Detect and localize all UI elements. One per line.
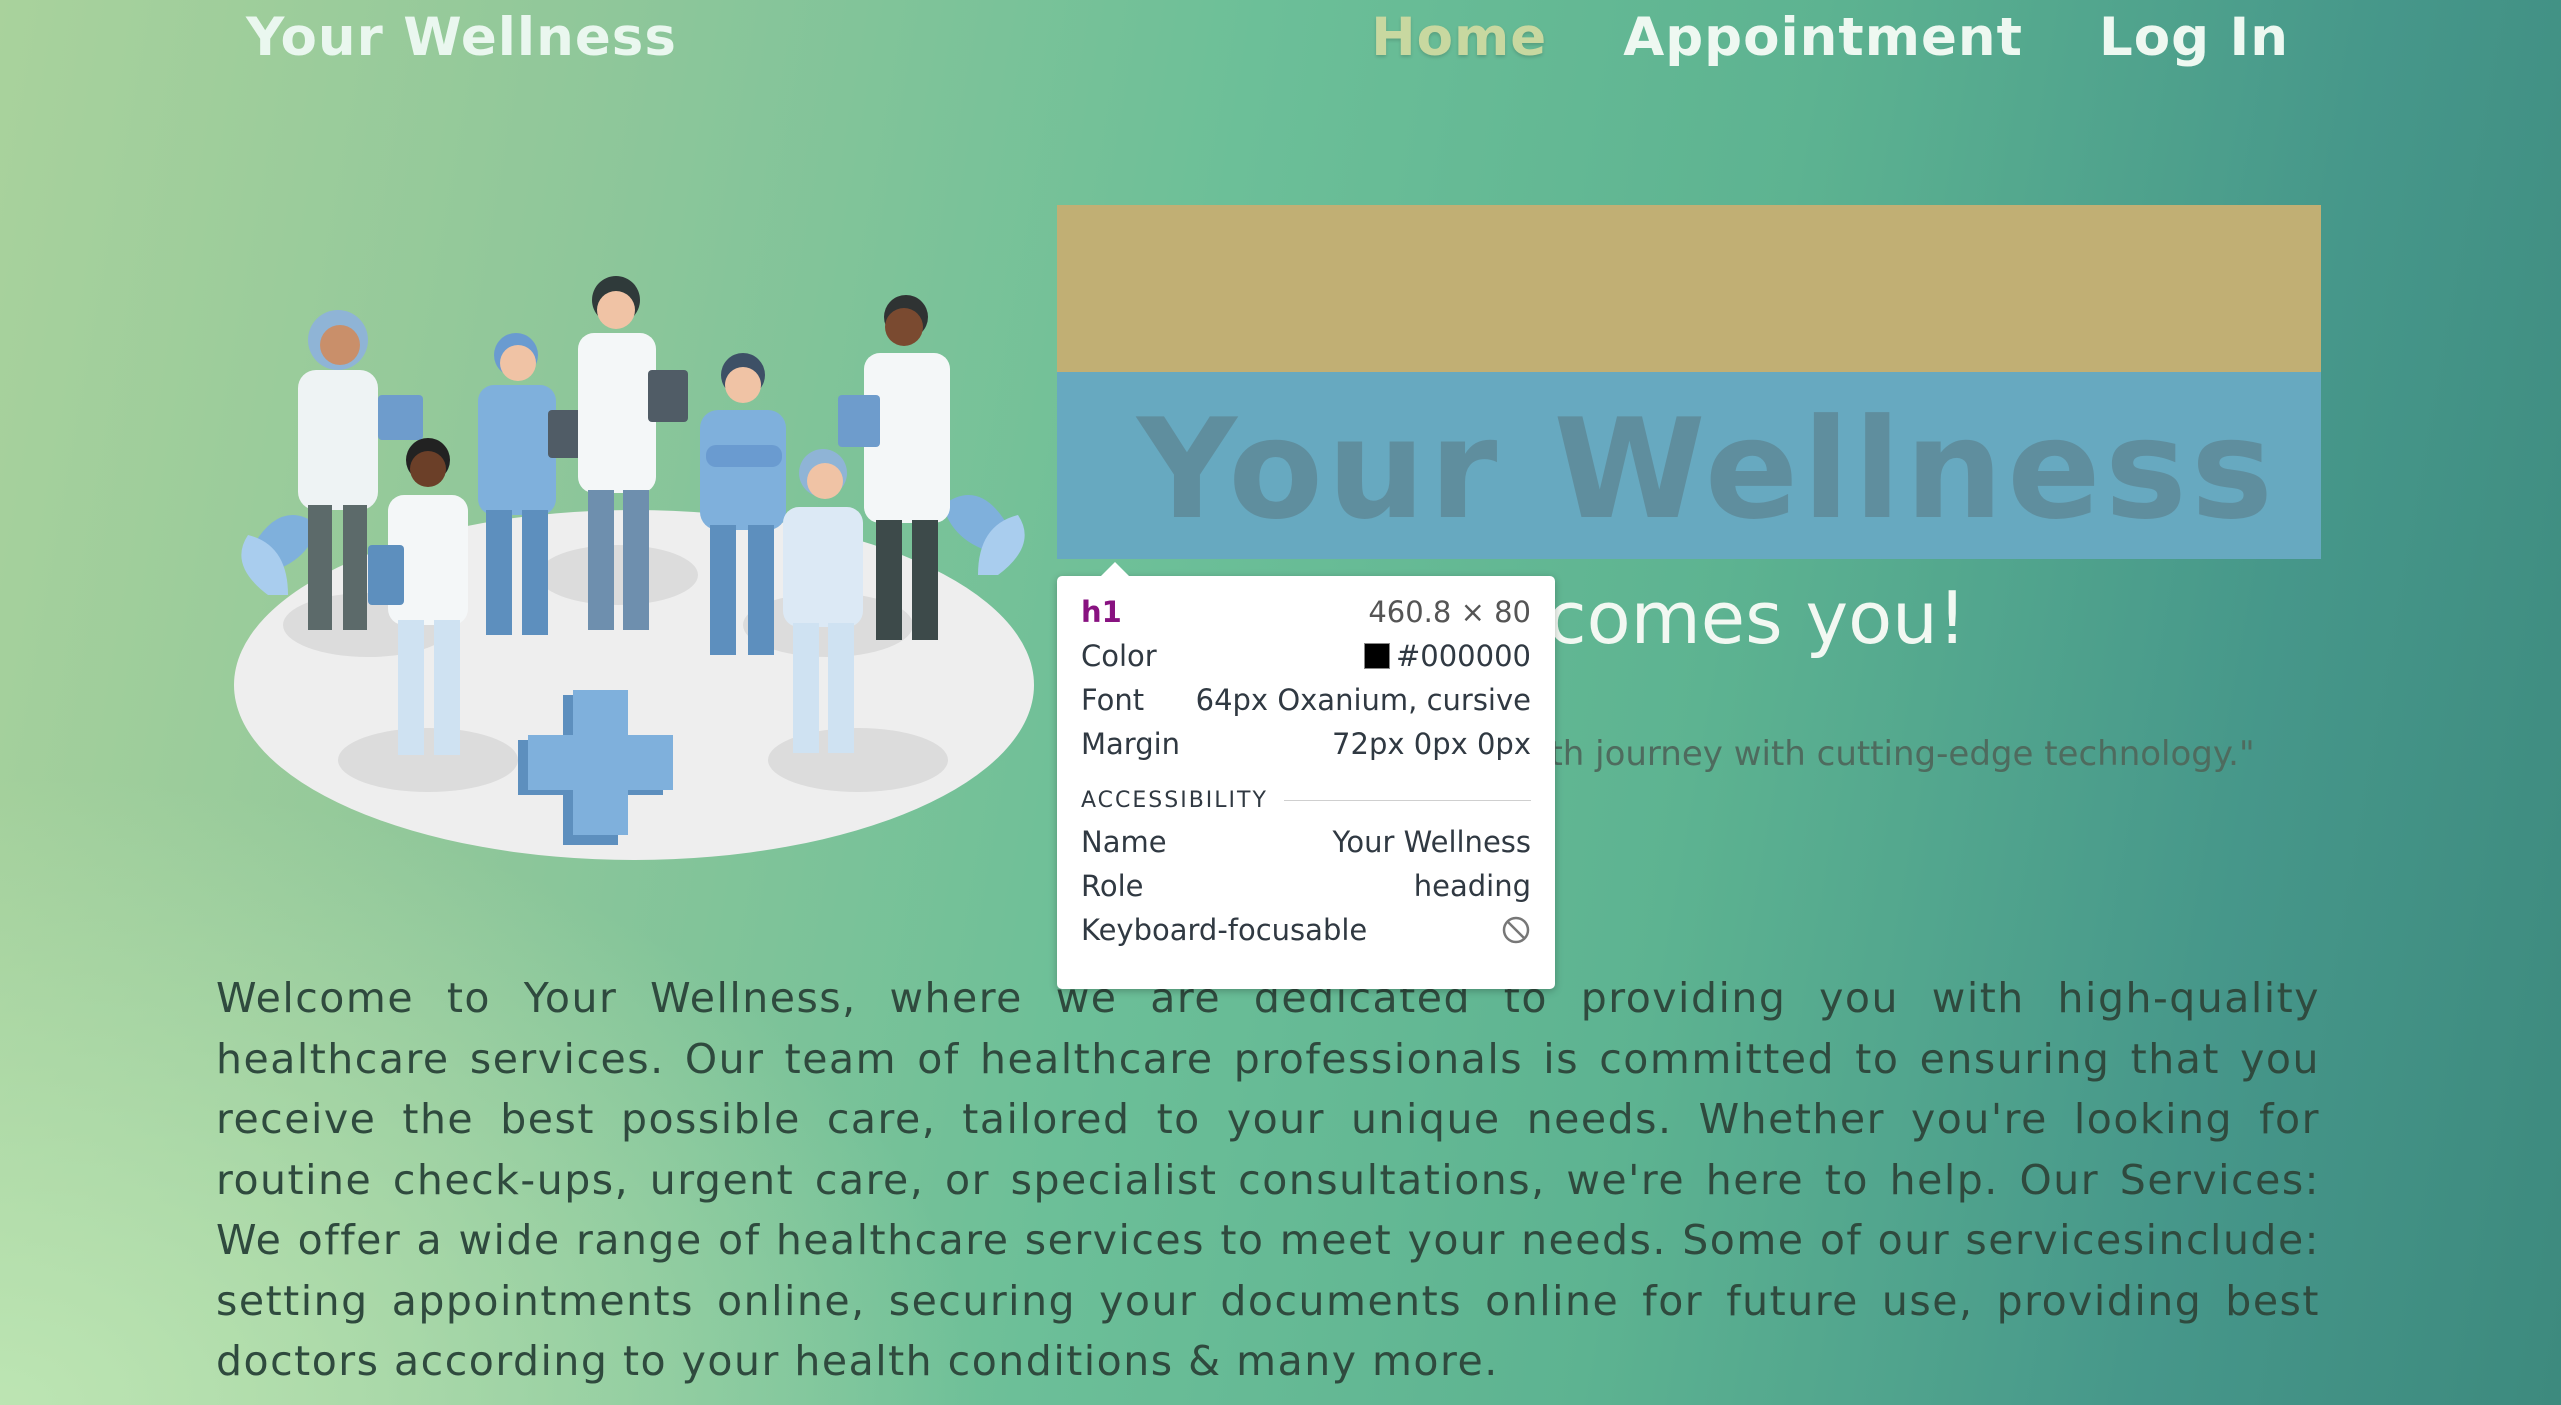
tooltip-margin-row: Margin 72px 0px 0px — [1081, 722, 1531, 766]
tooltip-margin-label: Margin — [1081, 727, 1181, 761]
no-entry-icon — [1502, 916, 1530, 944]
tooltip-font-value: 64px Oxanium, cursive — [1195, 683, 1531, 717]
tooltip-role-value: heading — [1413, 869, 1531, 903]
site-brand[interactable]: Your Wellness — [246, 4, 677, 72]
h1-margin-highlight — [1057, 205, 2321, 372]
tooltip-name-label: Name — [1081, 825, 1167, 859]
tooltip-section-title: ACCESSIBILITY — [1081, 787, 1268, 813]
tooltip-margin-value: 72px 0px 0px — [1332, 727, 1531, 761]
hero-heading: Your Wellness — [1137, 389, 2278, 550]
tooltip-color-value-wrap: #000000 — [1363, 639, 1531, 673]
tooltip-font-row: Font 64px Oxanium, cursive — [1081, 678, 1531, 722]
tooltip-focusable-row: Keyboard-focusable — [1081, 908, 1531, 952]
nav-login-link[interactable]: Log In — [2099, 4, 2289, 72]
welcome-paragraph: Welcome to Your Wellness, where we are d… — [216, 974, 2320, 1385]
h1-content-highlight: Your Wellness — [1057, 372, 2321, 559]
tooltip-name-value: Your Wellness — [1332, 825, 1532, 859]
nav-appointment-link[interactable]: Appointment — [1623, 4, 2023, 72]
tooltip-accessibility-section: ACCESSIBILITY — [1081, 780, 1531, 820]
tooltip-tag: h1 — [1081, 595, 1122, 629]
tooltip-focusable-label: Keyboard-focusable — [1081, 913, 1368, 947]
tooltip-color-value: #000000 — [1395, 639, 1531, 673]
tooltip-font-label: Font — [1081, 683, 1145, 717]
tooltip-color-label: Color — [1081, 639, 1157, 673]
hero-subheading: comes you! — [1547, 576, 1967, 660]
medical-team-illustration — [234, 276, 1034, 860]
tooltip-name-row: Name Your Wellness — [1081, 820, 1531, 864]
tooltip-role-row: Role heading — [1081, 864, 1531, 908]
hero-quote: lth journey with cutting-edge technology… — [1540, 734, 2255, 774]
color-swatch-icon — [1363, 643, 1390, 669]
tooltip-role-label: Role — [1081, 869, 1144, 903]
tooltip-header: h1 460.8 × 80 — [1081, 590, 1531, 634]
tooltip-dimensions: 460.8 × 80 — [1368, 595, 1531, 629]
nav-home-link[interactable]: Home — [1371, 4, 1547, 72]
section-divider — [1283, 799, 1531, 801]
tooltip-color-row: Color #000000 — [1081, 634, 1531, 678]
main-nav: Home Appointment Log In — [1371, 4, 2289, 72]
devtools-inspect-tooltip: h1 460.8 × 80 Color #000000 Font 64px Ox… — [1057, 562, 1555, 989]
